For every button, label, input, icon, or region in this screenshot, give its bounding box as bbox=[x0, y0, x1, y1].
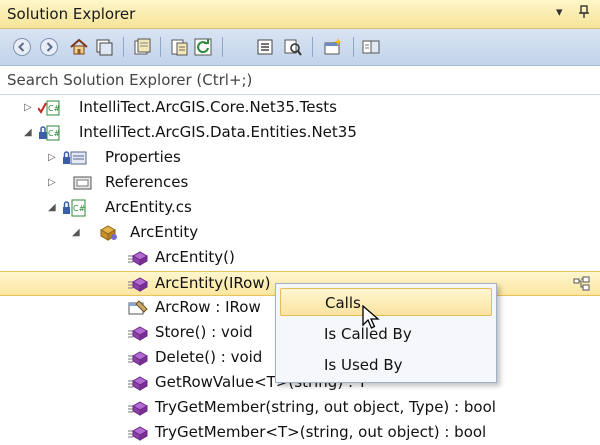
tree-item-label: ArcEntity() bbox=[155, 248, 235, 266]
toolbar-separator bbox=[312, 37, 313, 57]
tree-item-label: Store() : void bbox=[155, 323, 253, 341]
switch-views-icon[interactable] bbox=[93, 36, 115, 58]
property-icon bbox=[127, 299, 148, 317]
mouse-cursor-icon bbox=[362, 304, 380, 335]
properties-folder-icon bbox=[62, 149, 87, 167]
toolbar-separator bbox=[160, 37, 161, 57]
tree-item-label: ArcEntity.cs bbox=[105, 198, 192, 216]
solution-tree: ▷ C# IntelliTect.ArcGIS.Core.Net35.Tests… bbox=[0, 96, 600, 445]
menu-item-label: Calls bbox=[325, 294, 361, 312]
expand-arrow-icon[interactable]: ▷ bbox=[48, 177, 56, 188]
forward-icon[interactable] bbox=[38, 36, 60, 58]
method-icon bbox=[127, 374, 149, 392]
window-title: Solution Explorer bbox=[7, 5, 136, 23]
dropdown-icon[interactable]: ▾ bbox=[556, 5, 563, 20]
svg-text:C#: C# bbox=[48, 104, 60, 113]
tree-item-properties[interactable]: ▷ Properties bbox=[0, 146, 600, 171]
method-icon bbox=[127, 275, 149, 293]
method-icon bbox=[127, 349, 149, 367]
tree-item-data-entities[interactable]: ◢ C# IntelliTect.ArcGIS.Data.Entities.Ne… bbox=[0, 121, 600, 146]
tree-item-label: ArcEntity bbox=[130, 223, 199, 241]
class-icon bbox=[98, 224, 118, 242]
method-icon bbox=[127, 424, 149, 442]
tree-item-trygetmember[interactable]: TryGetMember(string, out object, Type) :… bbox=[0, 396, 600, 421]
title-bar: Solution Explorer ▾ bbox=[0, 0, 600, 29]
tree-item-references[interactable]: ▷ References bbox=[0, 171, 600, 196]
expand-arrow-icon[interactable]: ▷ bbox=[48, 152, 56, 163]
tree-item-arcentity-class[interactable]: ◢ ArcEntity bbox=[0, 221, 600, 246]
pin-icon[interactable] bbox=[578, 5, 590, 23]
preview-selected-item-icon[interactable] bbox=[572, 275, 592, 293]
csharp-project-icon: C# bbox=[37, 99, 61, 117]
tree-item-label: References bbox=[105, 173, 189, 191]
tree-item-core-tests[interactable]: ▷ C# IntelliTect.ArcGIS.Core.Net35.Tests bbox=[0, 96, 600, 121]
tree-item-ctor-default[interactable]: ArcEntity() bbox=[0, 246, 600, 271]
menu-item-is-called-by[interactable]: Is Called By bbox=[280, 320, 492, 348]
search-box[interactable]: Search Solution Explorer (Ctrl+;) bbox=[0, 66, 600, 95]
toolbar-separator bbox=[123, 37, 124, 57]
toolbar-separator bbox=[353, 37, 354, 57]
method-icon bbox=[127, 324, 149, 342]
menu-item-label: Is Used By bbox=[324, 356, 403, 374]
tree-item-label: TryGetMember<T>(string, out object) : bo… bbox=[155, 423, 487, 441]
refresh-icon[interactable] bbox=[192, 36, 214, 58]
pending-changes-icon[interactable] bbox=[131, 36, 153, 58]
tree-item-trygetmember-generic[interactable]: TryGetMember<T>(string, out object) : bo… bbox=[0, 421, 600, 445]
preview-icon[interactable] bbox=[360, 36, 382, 58]
properties-icon[interactable] bbox=[168, 36, 190, 58]
references-icon bbox=[72, 174, 92, 192]
tree-item-label: IntelliTect.ArcGIS.Data.Entities.Net35 bbox=[79, 123, 357, 141]
method-icon bbox=[127, 249, 149, 267]
menu-item-is-used-by[interactable]: Is Used By bbox=[280, 351, 492, 379]
show-all-files-icon[interactable] bbox=[282, 36, 304, 58]
tree-item-label: Properties bbox=[105, 148, 181, 166]
expand-arrow-icon[interactable]: ▷ bbox=[24, 102, 32, 113]
menu-item-calls[interactable]: Calls bbox=[280, 288, 492, 316]
back-icon[interactable] bbox=[11, 36, 33, 58]
svg-text:C#: C# bbox=[48, 129, 60, 138]
collapse-arrow-icon[interactable]: ◢ bbox=[48, 202, 56, 213]
toolbar bbox=[0, 29, 600, 66]
context-menu: Calls Is Called By Is Used By bbox=[275, 283, 497, 383]
tree-item-label: Delete() : void bbox=[155, 348, 263, 366]
collapse-all-icon[interactable] bbox=[254, 36, 276, 58]
method-icon bbox=[127, 399, 149, 417]
collapse-arrow-icon[interactable]: ◢ bbox=[72, 227, 80, 238]
home-icon[interactable] bbox=[68, 36, 90, 58]
tree-item-label: TryGetMember(string, out object, Type) :… bbox=[155, 398, 496, 416]
tree-item-label: IntelliTect.ArcGIS.Core.Net35.Tests bbox=[79, 98, 337, 116]
tree-item-arcentity-cs[interactable]: ◢ C# ArcEntity.cs bbox=[0, 196, 600, 221]
collapse-arrow-icon[interactable]: ◢ bbox=[24, 127, 32, 138]
new-solution-explorer-icon[interactable] bbox=[322, 36, 344, 58]
csharp-file-lock-icon: C# bbox=[62, 199, 86, 217]
csharp-project-lock-icon: C# bbox=[38, 124, 61, 142]
toolbar-separator bbox=[222, 37, 223, 57]
tree-item-label: ArcEntity(IRow) bbox=[155, 274, 271, 292]
tree-item-label: ArcRow : IRow bbox=[155, 298, 261, 316]
svg-text:C#: C# bbox=[73, 204, 86, 213]
search-input[interactable]: Search Solution Explorer (Ctrl+;) bbox=[7, 71, 252, 89]
